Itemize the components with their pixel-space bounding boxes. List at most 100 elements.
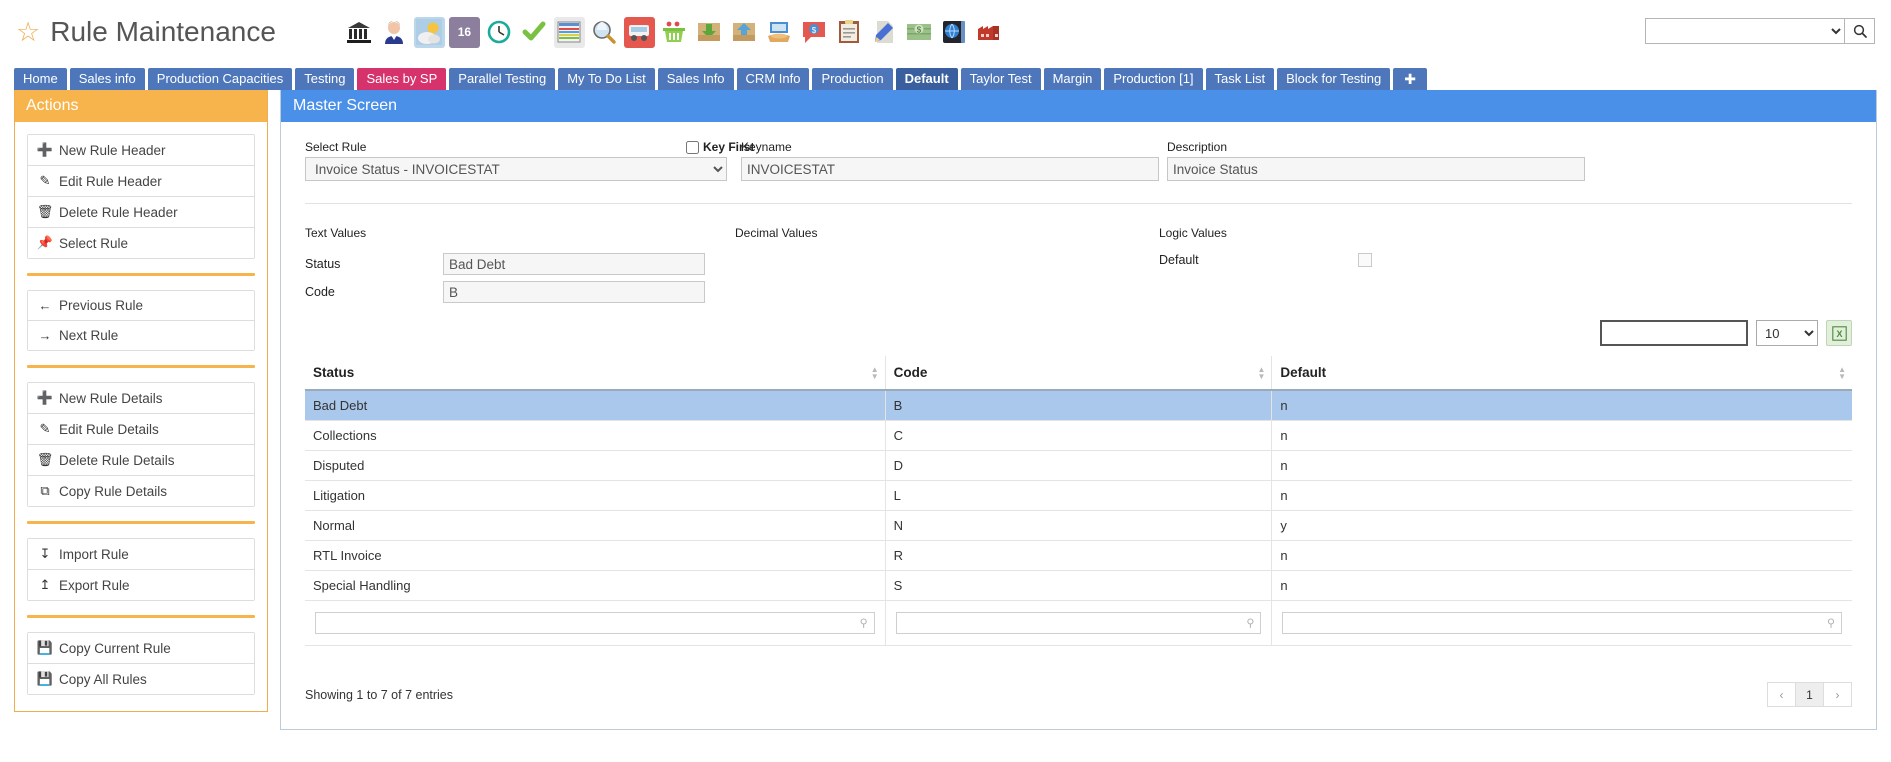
sort-arrows-icon[interactable]: ▲ ▼ [871, 365, 879, 380]
column-filter-input-default[interactable] [1282, 612, 1842, 634]
factory-icon[interactable] [973, 16, 1005, 48]
inbox-upload-icon[interactable] [728, 16, 760, 48]
clipboard-icon[interactable] [833, 16, 865, 48]
column-header-code[interactable]: Code ▲ ▼ [884, 356, 1272, 391]
table-row[interactable]: Special Handling Sn [305, 570, 1852, 601]
table-entries-info: Showing 1 to 7 of 7 entries [305, 687, 454, 702]
tab-crm-info[interactable]: CRM Info [736, 68, 810, 90]
sort-arrows-icon[interactable]: ▲ ▼ [1838, 365, 1846, 380]
tab-block-for-testing[interactable]: Block for Testing [1277, 68, 1391, 90]
pagination-previous[interactable]: ‹ [1767, 682, 1796, 707]
column-header-status[interactable]: Status ▲ ▼ [305, 356, 886, 391]
action-label: New Rule Details [59, 390, 163, 406]
table-row[interactable]: Collections Cn [305, 420, 1852, 451]
bank-icon[interactable] [343, 16, 375, 48]
action-new-rule-header[interactable]: ➕ New Rule Header [28, 135, 254, 166]
table-search-input[interactable] [1600, 320, 1748, 346]
action-previous-rule[interactable]: ← Previous Rule [28, 291, 254, 321]
keyname-input[interactable] [741, 157, 1159, 181]
header-search-select[interactable] [1645, 18, 1845, 44]
text-values-column: Text Values Status Code [305, 226, 735, 304]
column-filter-input-code[interactable] [895, 612, 1262, 634]
action-copy-rule-details[interactable]: ⧉ Copy Rule Details [28, 476, 254, 506]
truck-icon[interactable] [623, 16, 655, 48]
tab-parallel-testing[interactable]: Parallel Testing [449, 68, 556, 90]
calendar-day-number: 16 [457, 25, 472, 39]
money-hand-icon[interactable] [763, 16, 795, 48]
table-toolbar: 102550100 X [305, 320, 1852, 346]
dollar-speech-icon[interactable]: $ [798, 16, 830, 48]
action-next-rule[interactable]: → Next Rule [28, 321, 254, 350]
tab-my-to-do-list[interactable]: My To Do List [558, 68, 655, 90]
excel-export-button[interactable]: X [1826, 320, 1852, 346]
weather-icon[interactable] [413, 16, 445, 48]
clock-icon[interactable] [483, 16, 515, 48]
tab-[interactable]: ✚ [1393, 68, 1427, 90]
calendar-16-icon[interactable]: 16 [448, 16, 480, 48]
tab-home[interactable]: Home [14, 68, 67, 90]
table-cell-default: n [1271, 480, 1852, 511]
table-header-row: Status ▲ ▼ Code ▲ ▼ Default ▲ ▼ [305, 356, 1852, 391]
table-row[interactable]: Bad Debt Bn [305, 390, 1852, 421]
action-select-rule[interactable]: 📌 Select Rule [28, 228, 254, 258]
actions-sidebar-body: ➕ New Rule Header ✎ Edit Rule Header 🗑 Delete… [15, 122, 267, 711]
default-checkbox[interactable] [1358, 253, 1372, 267]
star-outline-icon[interactable]: ☆ [16, 18, 40, 46]
action-label: Delete Rule Details [59, 452, 175, 468]
tab-taylor-test[interactable]: Taylor Test [960, 68, 1041, 90]
tab-sales-info[interactable]: Sales info [69, 68, 145, 90]
check-icon[interactable] [518, 16, 550, 48]
tab-margin[interactable]: Margin [1043, 68, 1102, 90]
cash-icon[interactable]: $ [903, 16, 935, 48]
inbox-download-icon[interactable] [693, 16, 725, 48]
spreadsheet-icon[interactable] [553, 16, 585, 48]
action-delete-rule-details[interactable]: 🗑 Delete Rule Details [28, 445, 254, 476]
action-new-rule-details[interactable]: ➕ New Rule Details [28, 383, 254, 414]
bank-icon-svg [347, 22, 372, 43]
tab-sales-by-sp[interactable]: Sales by SP [357, 68, 447, 90]
tab-production-capacities[interactable]: Production Capacities [147, 68, 293, 90]
tab-sales-info[interactable]: Sales Info [657, 68, 734, 90]
key-first-checkbox[interactable] [686, 140, 699, 154]
inbox-download-icon-svg [698, 23, 721, 41]
sort-arrows-icon[interactable]: ▲ ▼ [1257, 365, 1265, 380]
text-values-title: Text Values [305, 226, 367, 240]
description-input[interactable] [1167, 157, 1585, 181]
factory-icon-svg [978, 26, 1000, 40]
pagination-next[interactable]: › [1823, 682, 1852, 707]
tab-task-list[interactable]: Task List [1205, 68, 1275, 90]
table-cell-code: N [884, 510, 1272, 541]
action-delete-rule-header[interactable]: 🗑 Delete Rule Header [28, 197, 254, 228]
column-header-default[interactable]: Default ▲ ▼ [1271, 356, 1852, 391]
action-copy-current-rule[interactable]: 💾 Copy Current Rule [28, 633, 254, 664]
tab-production-1[interactable]: Production [1] [1104, 68, 1203, 90]
action-export-rule[interactable]: ↥ Export Rule [28, 570, 254, 600]
table-row[interactable]: RTL Invoice Rn [305, 540, 1852, 571]
user-icon[interactable] [378, 16, 410, 48]
globe-book-icon[interactable] [938, 16, 970, 48]
action-edit-rule-details[interactable]: ✎ Edit Rule Details [28, 414, 254, 445]
table-row[interactable]: Normal Ny [305, 510, 1852, 541]
tab-default[interactable]: Default [895, 68, 958, 90]
actions-group: ← Previous Rule → Next Rule [27, 290, 255, 351]
action-import-rule[interactable]: ↧ Import Rule [28, 539, 254, 570]
table-row[interactable]: Disputed Dn [305, 450, 1852, 481]
tab-testing[interactable]: Testing [295, 68, 355, 90]
table-cell-status: RTL Invoice [305, 540, 886, 571]
code-input[interactable] [443, 281, 705, 303]
header-search-button[interactable] [1845, 18, 1875, 44]
table-cell-status: Litigation [305, 480, 886, 511]
table-row[interactable]: Litigation Ln [305, 480, 1852, 511]
status-input[interactable] [443, 253, 705, 275]
search-globe-icon[interactable] [588, 16, 620, 48]
action-copy-all-rules[interactable]: 💾 Copy All Rules [28, 664, 254, 694]
tab-production[interactable]: Production [812, 68, 893, 90]
basket-icon[interactable] [658, 16, 690, 48]
table-page-length-select[interactable]: 102550100 [1756, 320, 1818, 346]
action-edit-rule-header[interactable]: ✎ Edit Rule Header [28, 166, 254, 197]
column-filter-input-status[interactable] [315, 612, 875, 634]
pagination-page-1[interactable]: 1 [1795, 682, 1824, 707]
table-cell-status: Collections [305, 420, 886, 451]
pencil-note-icon[interactable] [868, 16, 900, 48]
select-rule-dropdown[interactable]: Invoice Status - INVOICESTAT [305, 157, 727, 181]
